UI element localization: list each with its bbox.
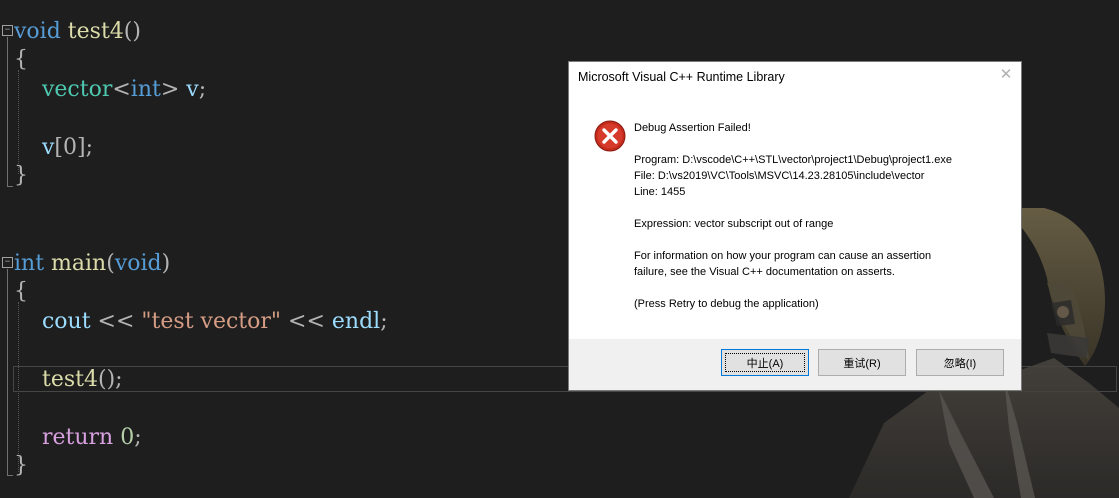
function-name: test4: [67, 19, 124, 44]
dialog-title: Microsoft Visual C++ Runtime Library: [578, 70, 785, 84]
identifier: cout: [41, 309, 91, 334]
punctuation: (: [106, 251, 115, 276]
close-icon[interactable]: ✕: [999, 67, 1013, 83]
code-line-8[interactable]: cout << "test vector" << endl;: [14, 304, 388, 340]
operator: <<: [281, 309, 332, 334]
number-literal: 0: [120, 425, 135, 450]
punctuation: ;: [134, 425, 142, 450]
info-text-1: For information on how your program can …: [634, 250, 932, 262]
punctuation: >: [160, 77, 180, 102]
info-text-2: failure, see the Visual C++ documentatio…: [634, 266, 895, 278]
keyword: return: [41, 425, 114, 450]
collapse-icon[interactable]: −: [2, 257, 13, 268]
brace: }: [14, 453, 28, 478]
punctuation: ;: [198, 77, 207, 102]
string-literal: "test vector": [141, 309, 282, 334]
assertion-heading: Debug Assertion Failed!: [634, 122, 751, 134]
ignore-button[interactable]: 忽略(I): [916, 349, 1004, 376]
program-path: Program: D:\vscode\C++\STL\vector\projec…: [634, 154, 952, 166]
ignore-button-label: 忽略(I): [943, 357, 977, 370]
type-name: vector: [41, 77, 113, 102]
code-line-3[interactable]: vector<int> v;: [14, 72, 206, 108]
code-line-1[interactable]: void test4(): [14, 14, 141, 50]
function-name: test4: [41, 367, 98, 392]
identifier: endl: [331, 309, 381, 334]
punctuation: ();: [97, 367, 123, 392]
code-line-11[interactable]: }: [14, 448, 28, 484]
code-line-9[interactable]: test4();: [14, 362, 123, 398]
punctuation: ;: [380, 309, 388, 334]
keyword: void: [114, 251, 162, 276]
code-line-6[interactable]: int main(void): [14, 246, 170, 282]
identifier: v: [186, 77, 199, 102]
punctuation: (): [123, 19, 141, 44]
fold-end: [7, 186, 13, 187]
brace: {: [14, 279, 28, 304]
retry-button[interactable]: 重试(R): [818, 349, 906, 376]
focus-rect: [725, 353, 805, 372]
error-icon: [594, 120, 626, 152]
punctuation: ): [161, 251, 171, 276]
abort-button[interactable]: 中止(A): [721, 349, 809, 376]
collapse-icon[interactable]: −: [2, 25, 13, 36]
operator: <<: [90, 309, 142, 334]
dialog-button-bar: 中止(A) 重试(R) 忽略(I): [569, 339, 1021, 390]
fold-line: [7, 37, 8, 186]
brace: {: [14, 47, 28, 72]
line-number: Line: 1455: [634, 186, 686, 198]
fold-end: [7, 475, 13, 476]
keyword: int: [14, 251, 45, 276]
expression-text: Expression: vector subscript out of rang…: [634, 218, 834, 230]
keyword: void: [14, 19, 61, 44]
file-path: File: D:\vs2019\VC\Tools\MSVC\14.23.2810…: [634, 170, 925, 182]
retry-button-label: 重试(R): [843, 357, 881, 370]
function-name: main: [51, 251, 107, 276]
keyword: int: [130, 77, 161, 102]
punctuation: <: [112, 77, 131, 102]
brace: }: [14, 163, 28, 188]
retry-hint: (Press Retry to debug the application): [634, 298, 819, 310]
code-line-10[interactable]: return 0;: [14, 420, 142, 456]
fold-line: [7, 269, 8, 475]
punctuation: [0];: [54, 135, 93, 160]
identifier: v: [41, 135, 55, 160]
assertion-dialog[interactable]: Microsoft Visual C++ Runtime Library ✕ D…: [568, 61, 1022, 391]
code-line-5[interactable]: }: [14, 158, 28, 194]
